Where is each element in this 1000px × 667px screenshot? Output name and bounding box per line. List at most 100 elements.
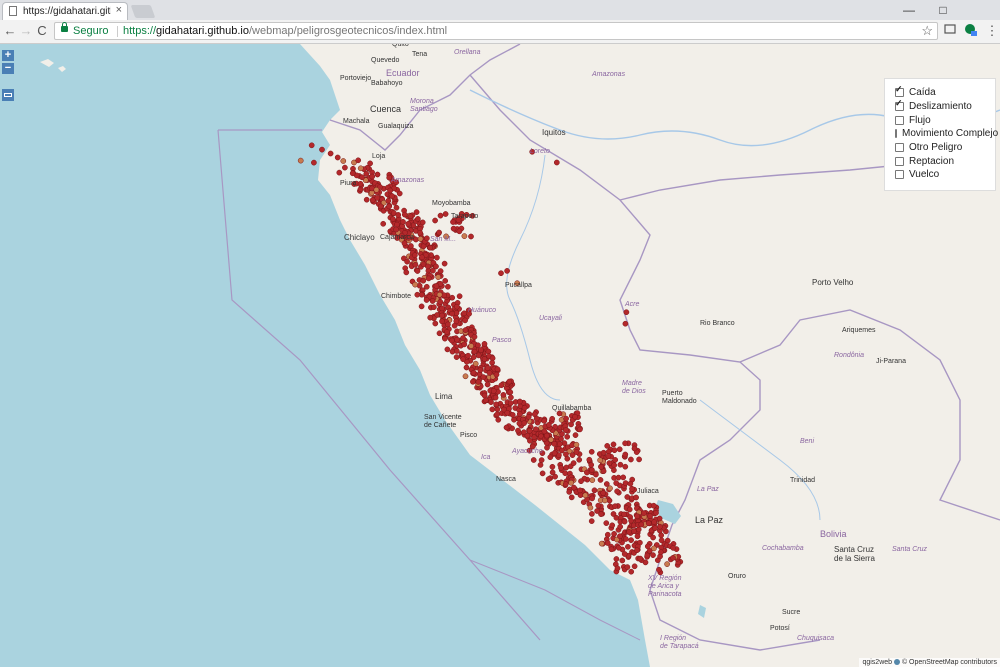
landslide-point[interactable] bbox=[588, 518, 595, 524]
landslide-point[interactable] bbox=[495, 416, 502, 423]
landslide-point[interactable] bbox=[533, 415, 540, 422]
landslide-point[interactable] bbox=[603, 520, 610, 526]
landslide-point[interactable] bbox=[342, 164, 348, 171]
landslide-point[interactable] bbox=[433, 283, 440, 289]
landslide-point[interactable] bbox=[419, 219, 426, 226]
landslide-point[interactable] bbox=[572, 432, 579, 438]
reload-icon[interactable]: C bbox=[34, 22, 50, 40]
landslide-point[interactable] bbox=[373, 186, 380, 193]
landslide-point[interactable] bbox=[432, 320, 439, 327]
landslide-point[interactable] bbox=[445, 283, 451, 290]
landslide-point[interactable] bbox=[614, 565, 621, 572]
maximize-icon[interactable]: □ bbox=[928, 0, 958, 20]
landslide-point[interactable] bbox=[453, 348, 460, 354]
landslide-point[interactable] bbox=[419, 254, 425, 261]
landslide-point[interactable] bbox=[436, 291, 443, 298]
zoom-out-button[interactable]: − bbox=[2, 63, 14, 74]
legend-item-otro-peligro[interactable]: Otro Peligro bbox=[895, 141, 995, 155]
landslide-point[interactable] bbox=[472, 360, 479, 367]
landslide-point[interactable] bbox=[628, 517, 634, 524]
landslide-point[interactable] bbox=[511, 416, 517, 423]
landslide-point[interactable] bbox=[489, 359, 495, 366]
landslide-point[interactable] bbox=[297, 157, 304, 164]
landslide-point[interactable] bbox=[481, 392, 488, 399]
landslide-point[interactable] bbox=[600, 449, 607, 456]
landslide-point[interactable] bbox=[570, 460, 577, 466]
landslide-point[interactable] bbox=[658, 537, 665, 544]
landslide-point[interactable] bbox=[610, 441, 617, 448]
landslide-point[interactable] bbox=[622, 463, 629, 470]
close-tab-icon[interactable]: × bbox=[116, 4, 122, 16]
landslide-point[interactable] bbox=[355, 157, 362, 164]
landslide-point[interactable] bbox=[651, 519, 657, 525]
landslide-point[interactable] bbox=[427, 244, 434, 251]
landslide-point[interactable] bbox=[437, 299, 444, 305]
landslide-point[interactable] bbox=[357, 165, 364, 172]
landslide-point[interactable] bbox=[363, 170, 370, 177]
landslide-point[interactable] bbox=[563, 415, 569, 422]
landslide-point[interactable] bbox=[424, 263, 431, 270]
landslide-point[interactable] bbox=[587, 504, 594, 511]
landslide-point[interactable] bbox=[503, 424, 510, 431]
landslide-point[interactable] bbox=[650, 552, 656, 558]
landslide-point[interactable] bbox=[526, 428, 533, 434]
landslide-point[interactable] bbox=[573, 441, 580, 448]
landslide-point[interactable] bbox=[549, 469, 556, 476]
new-tab-button[interactable] bbox=[130, 5, 156, 18]
landslide-point[interactable] bbox=[611, 462, 618, 469]
landslide-point[interactable] bbox=[573, 449, 580, 455]
landslide-point[interactable] bbox=[564, 455, 571, 462]
landslide-point[interactable] bbox=[478, 347, 484, 353]
landslide-point[interactable] bbox=[670, 555, 676, 561]
landslide-point[interactable] bbox=[623, 309, 630, 316]
landslide-point[interactable] bbox=[631, 563, 638, 570]
landslide-point[interactable] bbox=[598, 540, 605, 547]
landslide-point[interactable] bbox=[359, 174, 365, 181]
legend-item-movimiento-complejo[interactable]: Movimiento Complejo bbox=[895, 127, 998, 141]
landslide-point[interactable] bbox=[389, 193, 395, 199]
landslide-point[interactable] bbox=[615, 474, 622, 481]
landslide-point[interactable] bbox=[595, 502, 602, 509]
menu-icon[interactable]: ⋮ bbox=[984, 22, 1000, 40]
landslide-point[interactable] bbox=[637, 555, 644, 562]
landslide-point[interactable] bbox=[405, 221, 412, 227]
landslide-point[interactable] bbox=[622, 536, 629, 542]
landslide-point[interactable] bbox=[616, 446, 623, 453]
landslide-point[interactable] bbox=[558, 465, 564, 471]
landslide-point[interactable] bbox=[420, 243, 427, 250]
landslide-point[interactable] bbox=[617, 533, 623, 540]
landslide-point[interactable] bbox=[484, 381, 491, 388]
landslide-point[interactable] bbox=[629, 485, 635, 492]
landslide-point[interactable] bbox=[449, 337, 455, 344]
landslide-point[interactable] bbox=[634, 513, 641, 520]
landslide-point[interactable] bbox=[437, 268, 444, 274]
landslide-point[interactable] bbox=[436, 330, 443, 337]
landslide-point[interactable] bbox=[549, 463, 556, 470]
landslide-point[interactable] bbox=[481, 341, 488, 347]
landslide-point[interactable] bbox=[619, 557, 626, 564]
landslide-point[interactable] bbox=[414, 268, 421, 274]
landslide-point[interactable] bbox=[597, 477, 604, 483]
landslide-point[interactable] bbox=[568, 421, 574, 428]
landslide-point[interactable] bbox=[492, 394, 499, 401]
landslide-point[interactable] bbox=[551, 450, 558, 457]
landslide-point[interactable] bbox=[475, 352, 482, 359]
landslide-point[interactable] bbox=[605, 453, 612, 459]
osm-attribution[interactable]: © OpenStreetMap contributors bbox=[902, 659, 997, 666]
landslide-point[interactable] bbox=[613, 556, 620, 562]
landslide-point[interactable] bbox=[656, 566, 662, 573]
landslide-point[interactable] bbox=[336, 169, 343, 176]
landslide-point[interactable] bbox=[450, 225, 457, 232]
landslide-point[interactable] bbox=[561, 440, 568, 446]
landslide-point[interactable] bbox=[521, 429, 527, 436]
landslide-point[interactable] bbox=[439, 312, 445, 319]
landslide-point[interactable] bbox=[563, 464, 570, 471]
landslide-point[interactable] bbox=[634, 533, 641, 540]
forward-icon[interactable]: → bbox=[18, 22, 34, 40]
landslide-point[interactable] bbox=[589, 477, 596, 483]
landslide-point[interactable] bbox=[609, 522, 616, 529]
landslide-point[interactable] bbox=[463, 364, 470, 371]
landslide-point[interactable] bbox=[644, 543, 651, 550]
landslide-point[interactable] bbox=[507, 389, 514, 396]
landslide-point[interactable] bbox=[417, 229, 423, 236]
